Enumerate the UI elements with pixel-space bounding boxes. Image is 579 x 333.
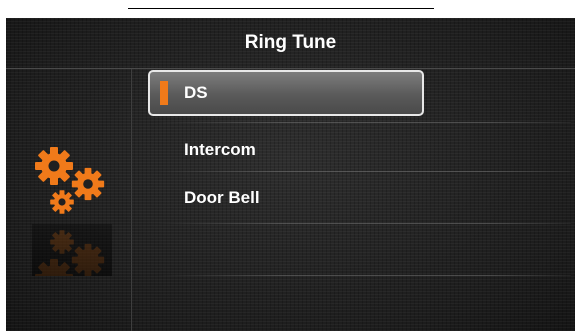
menu-item-label: Intercom — [184, 140, 256, 159]
menu-item-intercom[interactable]: Intercom — [146, 128, 566, 172]
menu-item-ds[interactable]: DS — [148, 70, 424, 116]
settings-screen: Ring Tune DS Intercom Door Bell — [6, 18, 575, 331]
sidebar-divider — [131, 69, 132, 331]
settings-gears-icon — [32, 146, 112, 276]
page-title: Ring Tune — [244, 32, 337, 53]
menu-item-label: Door Bell — [184, 188, 260, 207]
header-bar: Ring Tune — [6, 18, 575, 69]
top-rule — [128, 8, 434, 9]
row-divider — [156, 122, 571, 123]
menu-item-label: DS — [184, 83, 208, 102]
selection-indicator — [160, 81, 168, 105]
row-divider — [156, 223, 571, 224]
row-divider — [156, 275, 571, 276]
menu-item-door-bell[interactable]: Door Bell — [146, 176, 566, 220]
